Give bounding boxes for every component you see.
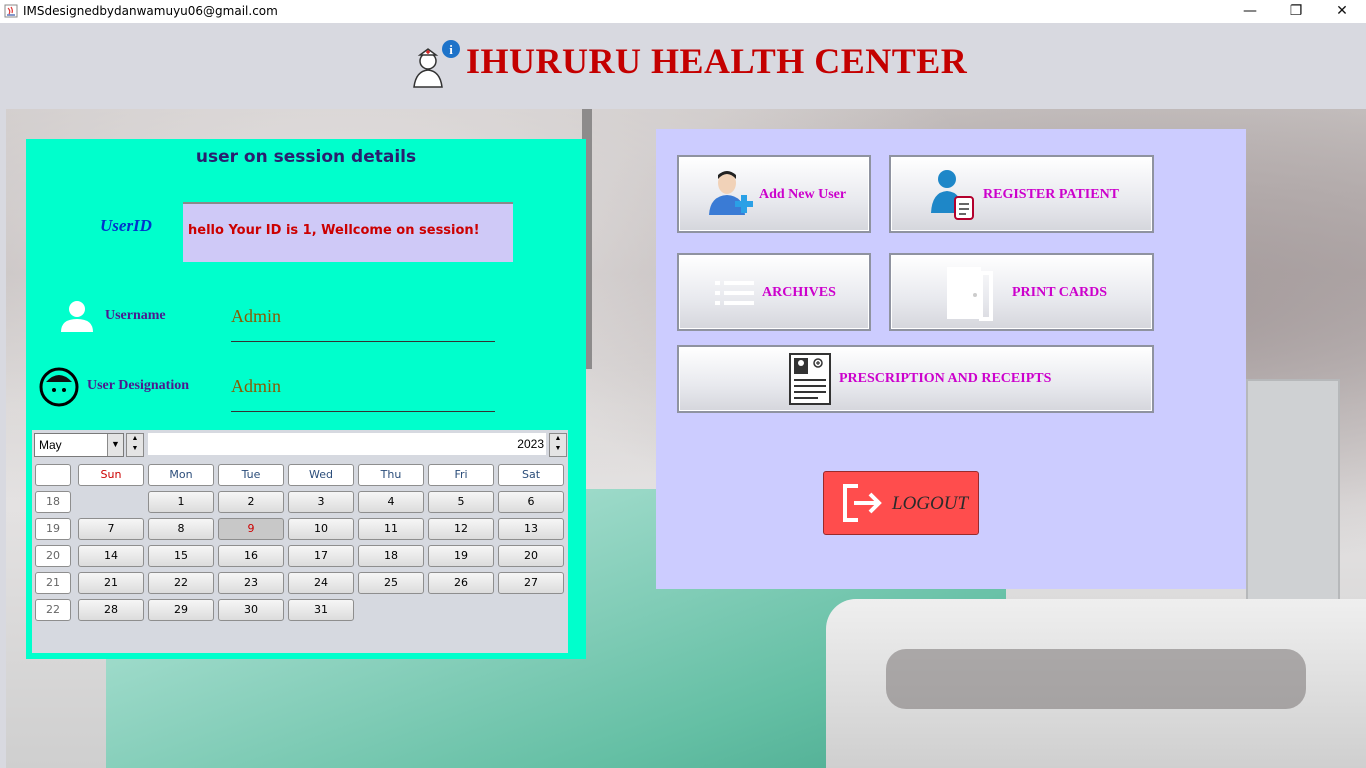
designation-icon: [39, 367, 79, 407]
calendar-day[interactable]: 12: [428, 518, 494, 540]
username-value: Admin: [231, 306, 282, 326]
calendar-day[interactable]: 19: [428, 545, 494, 567]
window-titlebar: IMSdesignedbydanwamuyu06@gmail.com — ❐ ✕: [0, 0, 1366, 23]
calendar-day[interactable]: 8: [148, 518, 214, 540]
register-patient-label: REGISTER PATIENT: [983, 187, 1120, 202]
calendar-day[interactable]: 9: [218, 518, 284, 540]
week-number: 22: [35, 599, 71, 621]
calendar-day[interactable]: 2: [218, 491, 284, 513]
designation-underline: [231, 411, 495, 412]
weekday-header-thu: Thu: [358, 464, 424, 486]
calendar-day[interactable]: 5: [428, 491, 494, 513]
weekday-header-sun: Sun: [78, 464, 144, 486]
add-new-user-button[interactable]: Add New User: [677, 155, 871, 233]
logout-icon: [843, 484, 882, 522]
week-number: 18: [35, 491, 71, 513]
week-number: 20: [35, 545, 71, 567]
calendar-day[interactable]: 15: [148, 545, 214, 567]
month-spinner[interactable]: ▲ ▼: [126, 433, 144, 457]
calendar-day[interactable]: 13: [498, 518, 564, 540]
calendar-day[interactable]: 18: [358, 545, 424, 567]
calendar-day[interactable]: 27: [498, 572, 564, 594]
logout-button[interactable]: LOGOUT: [823, 471, 979, 535]
calendar-day[interactable]: 3: [288, 491, 354, 513]
year-spinner[interactable]: ▲ ▼: [549, 433, 567, 457]
close-button[interactable]: ✕: [1319, 0, 1365, 23]
app-title: IHURURU HEALTH CENTER: [466, 41, 968, 81]
calendar-day[interactable]: 11: [358, 518, 424, 540]
print-cards-button[interactable]: PRINT CARDS: [889, 253, 1154, 331]
calendar-day[interactable]: 21: [78, 572, 144, 594]
register-patient-icon: [931, 170, 974, 220]
week-number: 19: [35, 518, 71, 540]
print-cards-label: PRINT CARDS: [1012, 285, 1108, 300]
month-value: May: [39, 438, 62, 452]
archives-button[interactable]: ARCHIVES: [677, 253, 871, 331]
calendar-day[interactable]: 25: [358, 572, 424, 594]
weekday-header-mon: Mon: [148, 464, 214, 486]
calendar-day[interactable]: 1: [148, 491, 214, 513]
register-patient-button[interactable]: REGISTER PATIENT: [889, 155, 1154, 233]
chevron-down-icon[interactable]: ▼: [107, 434, 123, 456]
calendar-day[interactable]: 30: [218, 599, 284, 621]
prescription-receipts-button[interactable]: PRESCRIPTION AND RECEIPTS: [677, 345, 1154, 413]
calendar-corner: [35, 464, 71, 486]
username-label: Username: [105, 308, 166, 323]
archives-label: ARCHIVES: [762, 285, 836, 300]
calendar-day[interactable]: 16: [218, 545, 284, 567]
calendar-day[interactable]: 6: [498, 491, 564, 513]
week-number: 21: [35, 572, 71, 594]
prescription-receipts-label: PRESCRIPTION AND RECEIPTS: [839, 371, 1052, 386]
calendar-day[interactable]: 7: [78, 518, 144, 540]
calendar-day[interactable]: 20: [498, 545, 564, 567]
calendar-day[interactable]: 29: [148, 599, 214, 621]
weekday-header-sat: Sat: [498, 464, 564, 486]
year-field[interactable]: 2023: [148, 433, 546, 455]
userid-field: hello Your ID is 1, Wellcome on session!: [183, 202, 513, 262]
calendar-day[interactable]: 28: [78, 599, 144, 621]
userid-label: UserID: [100, 216, 152, 235]
svg-text:i: i: [449, 42, 453, 57]
designation-label: User Designation: [87, 378, 190, 393]
calendar-day[interactable]: 4: [358, 491, 424, 513]
logout-label: LOGOUT: [892, 493, 969, 514]
nurse-info-icon: i: [413, 40, 460, 88]
minimize-button[interactable]: —: [1227, 0, 1273, 23]
weekday-header-tue: Tue: [218, 464, 284, 486]
weekday-header-fri: Fri: [428, 464, 494, 486]
window-title: IMSdesignedbydanwamuyu06@gmail.com: [23, 4, 278, 18]
java-app-icon: [4, 4, 18, 18]
username-underline: [231, 341, 495, 342]
add-user-icon: [709, 171, 753, 215]
maximize-button[interactable]: ❐: [1273, 0, 1319, 23]
month-select[interactable]: May ▼: [34, 433, 124, 457]
door-icon: [947, 267, 993, 321]
year-value: 2023: [517, 437, 544, 451]
designation-value: Admin: [231, 376, 282, 396]
list-icon: [715, 281, 754, 305]
userid-message: hello Your ID is 1, Wellcome on session!: [188, 223, 480, 238]
weekday-header-wed: Wed: [288, 464, 354, 486]
calendar-day[interactable]: 23: [218, 572, 284, 594]
session-heading: user on session details: [195, 147, 417, 167]
calendar-day[interactable]: 22: [148, 572, 214, 594]
calendar-day[interactable]: 24: [288, 572, 354, 594]
id-card-icon: [789, 353, 831, 405]
add-new-user-label: Add New User: [759, 187, 847, 202]
calendar-day[interactable]: 17: [288, 545, 354, 567]
calendar-day[interactable]: 10: [288, 518, 354, 540]
calendar-day[interactable]: 31: [288, 599, 354, 621]
calendar-day[interactable]: 26: [428, 572, 494, 594]
user-icon: [61, 301, 93, 332]
calendar-day[interactable]: 14: [78, 545, 144, 567]
